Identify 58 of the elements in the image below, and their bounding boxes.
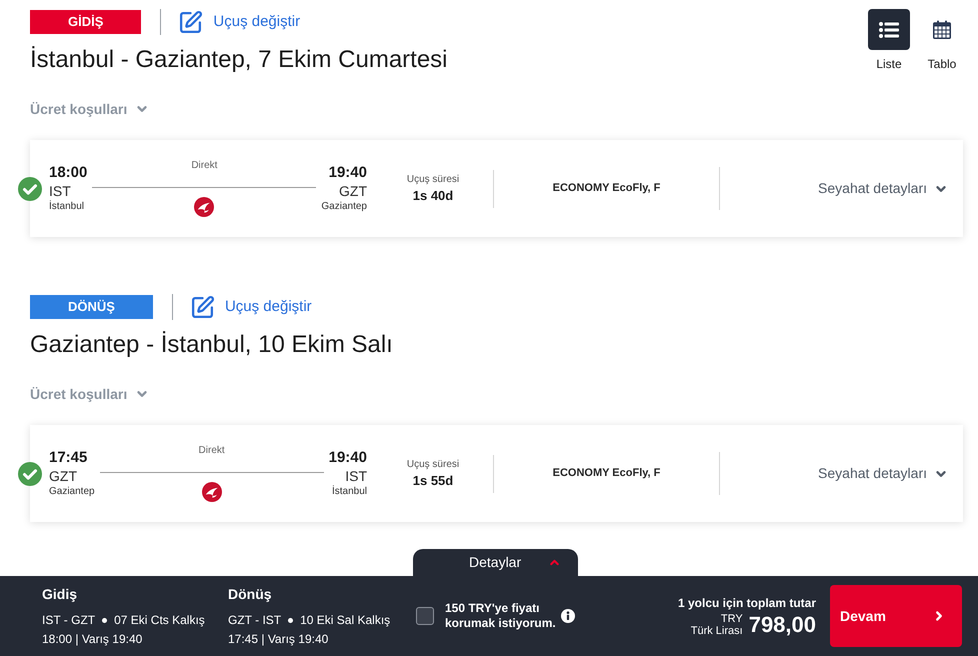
duration-label: Uçuş süresi [406,172,460,186]
view-toggle-button[interactable] [868,9,910,50]
travel-details-button[interactable]: Seyahat detayları [818,463,948,484]
details-tab[interactable]: Detaylar [413,549,578,576]
duration-value: 1s 55d [412,472,454,490]
arrival-city: İstanbul [332,484,367,498]
summary-leg-title: Dönüş [228,585,273,603]
currency-code: TRY [720,612,743,624]
total-amount: 798,00 [748,612,816,638]
edit-icon [190,294,215,320]
summary-date: 10 Eki Sal Kalkış [300,612,390,628]
total-label: 1 yolcu için toplam tutar [678,594,816,610]
view-label: Liste [876,56,902,72]
travel-details-button[interactable]: Seyahat detayları [818,178,948,199]
change-flight-link[interactable]: Uçuş değiştir [178,10,300,34]
departure-time: 18:00 [49,164,88,182]
route-title: Gaziantep - İstanbul, 10 Ekim Salı [30,330,393,360]
price-lock-label: 150 TRY'ye fiyatı korumak istiyorum. [445,601,557,631]
stop-label: Direkt [191,160,218,172]
stop-label: Direkt [198,445,225,457]
airline-logo-icon [202,482,222,502]
leg-badge: GİDİŞ [30,10,142,34]
cabin-class: ECONOMY EcoFly, F [552,466,660,482]
airline-logo-icon [194,197,214,217]
route-title: İstanbul - Gaziantep, 7 Ekim Cumartesi [30,45,448,75]
edit-icon [178,10,204,34]
bullet-icon [102,618,108,622]
fare-rules-button[interactable]: Ücret koşulları [30,99,150,119]
departure-code: GZT [49,466,77,484]
continue-button[interactable]: Devam [830,585,962,647]
info-icon[interactable] [561,609,575,623]
arrival-city: Gaziantep [321,200,367,214]
departure-code: IST [49,182,71,200]
summary-times: 18:00 | Varış 19:40 [42,631,144,647]
list-icon [879,22,899,38]
summary-times: 17:45 | Varış 19:40 [228,631,330,647]
currency-name: Türk Lirası [690,624,743,636]
cabin-class: ECONOMY EcoFly, F [552,181,660,196]
summary-route: GZT - IST [228,612,282,628]
departure-time: 17:45 [49,448,88,466]
arrival-time: 19:40 [328,448,367,466]
change-flight-link[interactable]: Uçuş değiştir [190,294,312,320]
summary-route: IST - GZT [42,612,96,628]
arrival-code: GZT [339,182,367,200]
bullet-icon [288,618,294,622]
view-label: Tablo [928,56,956,72]
departure-city: Gaziantep [49,484,95,498]
arrival-time: 19:40 [328,164,367,182]
price-lock-checkbox[interactable] [416,607,434,625]
calendar-icon [933,20,951,39]
duration-label: Uçuş süresi [406,458,460,472]
arrival-code: IST [345,466,367,484]
summary-leg-title: Gidiş [42,585,78,603]
leg-badge: DÖNÜŞ [30,295,153,319]
departure-city: İstanbul [49,200,84,214]
duration-value: 1s 40d [412,186,454,204]
summary-date: 07 Eki Cts Kalkış [114,612,205,628]
fare-rules-button[interactable]: Ücret koşulları [30,384,150,404]
